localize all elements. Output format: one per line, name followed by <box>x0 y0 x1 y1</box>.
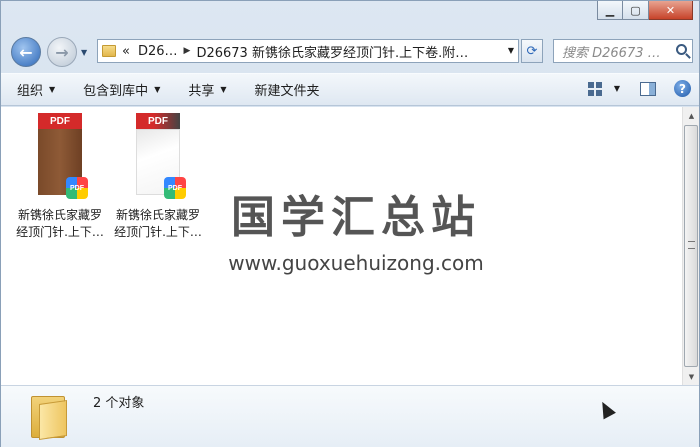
explorer-window: ▁ ▢ ✕ ← → ▼ « D26… ▶ D26673 新镌徐氏家藏罗经顶门针.… <box>0 0 700 447</box>
watermark: 国学汇总站 www.guoxuehuizong.com <box>206 181 506 275</box>
scroll-up-icon[interactable]: ▲ <box>683 107 700 124</box>
share-label: 共享 <box>188 84 215 99</box>
file-name-line-2: 经顶门针.上下… <box>114 225 202 239</box>
scrollbar-thumb[interactable] <box>684 125 698 367</box>
search-icon[interactable] <box>676 44 687 55</box>
new-folder-button[interactable]: 新建文件夹 <box>255 80 320 99</box>
refresh-icon: ⟳ <box>526 43 538 59</box>
organize-menu[interactable]: 组织 ▼ <box>17 80 55 99</box>
caption-buttons: ▁ ▢ ✕ <box>597 1 693 20</box>
watermark-url: www.guoxuehuizong.com <box>228 251 484 275</box>
scroll-grip-icon <box>688 241 695 249</box>
help-icon[interactable]: ? <box>674 80 691 97</box>
chevron-down-icon: ▼ <box>220 85 227 94</box>
file-name-line-2: 经顶门针.上下… <box>16 225 104 239</box>
folder-icon <box>102 45 116 57</box>
pdf-app-icon: PDF <box>66 177 88 199</box>
chevron-down-icon: ▼ <box>49 85 56 94</box>
include-in-library-menu[interactable]: 包含到库中 ▼ <box>83 80 160 99</box>
breadcrumb-item[interactable]: D26… <box>138 44 178 59</box>
toolbar-right: ▼ ? <box>587 80 691 97</box>
scroll-down-icon[interactable]: ▼ <box>683 368 700 385</box>
preview-pane-icon[interactable] <box>640 81 656 96</box>
breadcrumb-current[interactable]: D26673 新镌徐氏家藏罗经顶门针.上下卷.附… <box>196 42 468 61</box>
chevron-down-icon: ▼ <box>154 85 161 94</box>
share-menu[interactable]: 共享 ▼ <box>188 80 226 99</box>
search-placeholder: 搜索 D26673 … <box>562 45 661 61</box>
pdf-thumbnail: PDF PDF <box>136 113 186 199</box>
breadcrumb-separator-icon[interactable]: ▶ <box>184 46 191 56</box>
change-view-icon[interactable] <box>587 81 602 96</box>
search-input[interactable]: 搜索 D26673 … <box>553 39 693 63</box>
details-pane: 2 个对象 <box>1 385 699 447</box>
pdf-tag: PDF <box>38 113 82 129</box>
address-dropdown-icon[interactable]: ▼ <box>508 46 514 55</box>
breadcrumb-overflow[interactable]: « <box>122 44 130 59</box>
folder-icon <box>31 390 69 440</box>
vertical-scrollbar[interactable]: ▲ ▼ <box>682 107 699 385</box>
refresh-button[interactable]: ⟳ <box>521 39 543 63</box>
back-button[interactable]: ← <box>11 37 41 67</box>
back-arrow-icon: ← <box>19 42 33 62</box>
pdf-thumbnail: PDF PDF <box>38 113 88 199</box>
view-options-dropdown-icon[interactable]: ▼ <box>614 84 620 93</box>
organize-label: 组织 <box>17 84 44 99</box>
command-bar: 组织 ▼ 包含到库中 ▼ 共享 ▼ 新建文件夹 ▼ ? <box>1 73 699 106</box>
maximize-button[interactable]: ▢ <box>623 1 649 20</box>
file-item[interactable]: PDF PDF 新镌徐氏家藏罗 经顶门针.上下… <box>111 113 205 241</box>
file-list[interactable]: PDF PDF 新镌徐氏家藏罗 经顶门针.上下… PDF PDF 新镌徐氏家藏罗… <box>1 107 699 385</box>
recent-pages-dropdown[interactable]: ▼ <box>81 48 87 57</box>
forward-button[interactable]: → <box>47 37 77 67</box>
include-in-library-label: 包含到库中 <box>83 84 149 99</box>
file-item[interactable]: PDF PDF 新镌徐氏家藏罗 经顶门针.上下… <box>13 113 107 241</box>
file-name-line-1: 新镌徐氏家藏罗 <box>17 208 102 222</box>
forward-arrow-icon: → <box>55 42 69 62</box>
navigation-row: ← → ▼ « D26… ▶ D26673 新镌徐氏家藏罗经顶门针.上下卷.附…… <box>1 35 700 67</box>
minimize-button[interactable]: ▁ <box>597 1 623 20</box>
address-bar[interactable]: « D26… ▶ D26673 新镌徐氏家藏罗经顶门针.上下卷.附… ▼ <box>97 39 519 63</box>
close-button[interactable]: ✕ <box>649 1 693 20</box>
watermark-title: 国学汇总站 <box>231 192 481 243</box>
new-folder-label: 新建文件夹 <box>254 84 320 99</box>
object-count: 2 个对象 <box>93 396 145 411</box>
pdf-app-icon: PDF <box>164 177 186 199</box>
file-name-line-1: 新镌徐氏家藏罗 <box>115 208 200 222</box>
pdf-tag: PDF <box>136 113 180 129</box>
